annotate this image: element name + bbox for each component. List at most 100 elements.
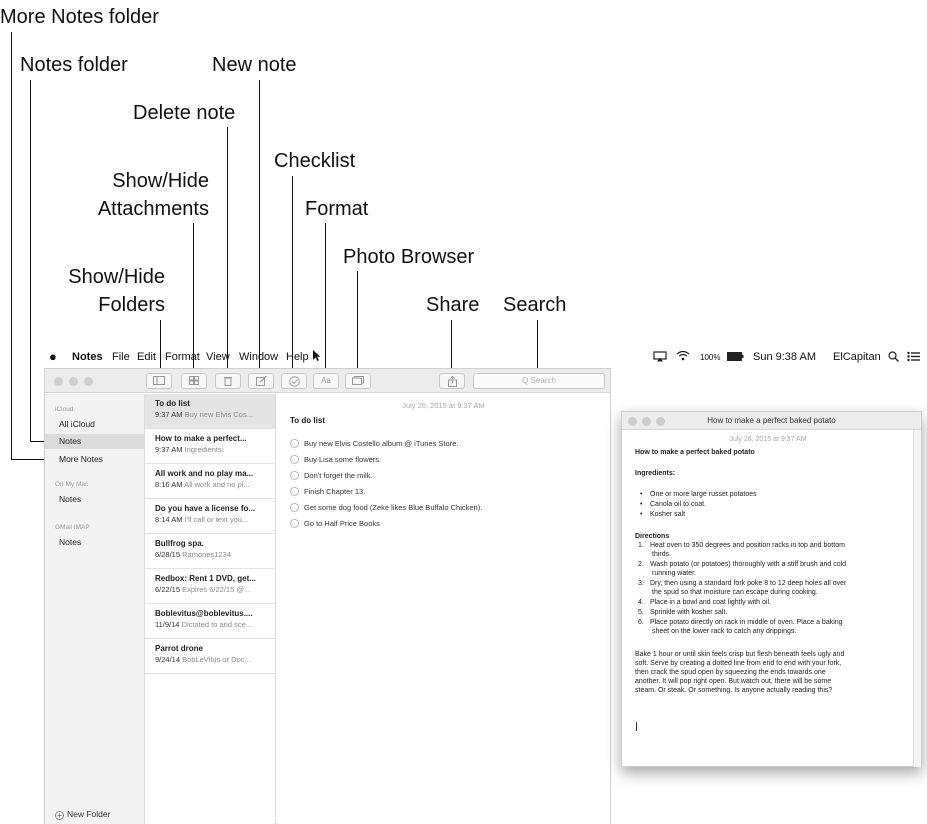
checklist-item-text: Go to Half Price Books (304, 519, 380, 528)
note-list-item[interactable]: How to make a perfect... 9:37 AM Ingredi… (145, 429, 275, 464)
photo-browser-icon (352, 376, 364, 385)
note-list-item[interactable]: To do list 9:37 AM Buy new Elvis Cos... (145, 394, 275, 429)
menubar-user[interactable]: ElCapitan (833, 351, 881, 363)
mouse-pointer-icon (313, 350, 321, 361)
menubar-clock[interactable]: Sun 9:38 AM (753, 351, 816, 363)
checklist-item[interactable]: Go to Half Price Books (290, 519, 380, 528)
note-preview: Ramones1234 (182, 550, 231, 559)
sidebar-item-notes[interactable]: Notes (45, 434, 144, 449)
note-list-item[interactable]: Boblevitus@boblevitus.... 11/9/14 Dictat… (145, 604, 275, 639)
note-time: 6/22/15 (155, 585, 181, 594)
menu-format[interactable]: Format (165, 351, 200, 363)
share-icon (447, 376, 457, 387)
note-time: 11/9/14 (155, 620, 180, 629)
direction-step: 4. Place in a bowl and coat lightly with… (638, 599, 771, 606)
checklist-item[interactable]: Get some dog food (Zeke likes Blue Buffa… (290, 503, 482, 512)
direction-step-cont: thirds. (652, 551, 672, 558)
search-field[interactable]: Q Search (473, 373, 605, 389)
menu-file[interactable]: File (112, 351, 130, 363)
close-window-icon[interactable] (54, 377, 63, 386)
zoom-window-icon[interactable] (84, 377, 93, 386)
note-window-date: July 26, 2015 at 9:37 AM (729, 436, 807, 443)
leader-more-notes-v (11, 32, 12, 460)
ingredients-label: Ingredients: (635, 470, 676, 477)
menu-view[interactable]: View (206, 351, 230, 363)
new-folder-label: New Folder (67, 809, 111, 819)
leader-new-note (259, 80, 260, 374)
leader-notes-h (30, 441, 44, 442)
note-list-item[interactable]: Redbox: Rent 1 DVD, get... 6/22/15 Expir… (145, 569, 275, 604)
menu-help[interactable]: Help (286, 351, 309, 363)
note-editor[interactable]: July 26, 2015 at 9:37 AM To do list Buy … (277, 394, 610, 824)
battery-icon[interactable] (727, 352, 744, 361)
note-list-item[interactable]: All work and no play ma... 8:16 AM All w… (145, 464, 275, 499)
share-button[interactable] (439, 373, 465, 389)
sidebar-item-gmail-notes[interactable]: Notes (45, 535, 144, 550)
callout-show-hide-attachments-1: Show/Hide (112, 170, 209, 192)
note-preview: Dictated to and sce... (181, 620, 253, 629)
callout-search: Search (503, 294, 567, 316)
note-window-scrollbar[interactable] (913, 430, 921, 767)
checklist-item[interactable]: Finish Chapter 13. (290, 487, 365, 496)
checkbox-circle-icon[interactable] (290, 487, 299, 496)
note-preview: Buy new Elvis Cos... (184, 410, 253, 419)
callout-format: Format (305, 198, 369, 220)
new-note-button[interactable] (248, 373, 274, 389)
sidebar-item-mac-notes[interactable]: Notes (45, 492, 144, 507)
apple-menu-icon[interactable]: ● (49, 349, 57, 364)
checkbox-circle-icon[interactable] (290, 503, 299, 512)
note-date: July 26, 2015 at 9:37 AM (402, 401, 485, 410)
folders-sidebar: iCloud All iCloud Notes More Notes On My… (45, 394, 145, 824)
minimize-window-icon[interactable] (69, 377, 78, 386)
menu-edit[interactable]: Edit (137, 351, 156, 363)
compose-icon (255, 376, 267, 386)
checklist-item[interactable]: Don't forget the milk. (290, 471, 373, 480)
note-title: To do list (155, 399, 190, 408)
format-button[interactable]: Aa (313, 373, 339, 389)
leader-delete-note (227, 127, 228, 374)
sidebar-item-all-icloud[interactable]: All iCloud (45, 417, 144, 432)
sidebar-header-icloud: iCloud (55, 406, 74, 413)
note-window-title: How to make a perfect baked potato (707, 416, 836, 425)
note-preview: BobLeVitus or Doc... (182, 655, 251, 664)
menu-app-notes[interactable]: Notes (72, 351, 103, 363)
checkbox-circle-icon[interactable] (290, 519, 299, 528)
note-list-item[interactable]: Do you have a license fo... 8:14 AM I'll… (145, 499, 275, 534)
sidebar-item-more-notes[interactable]: More Notes (45, 452, 144, 467)
ingredient-item: • One or more large russet potatoes (640, 491, 757, 498)
new-folder-button[interactable]: + New Folder (55, 809, 110, 820)
note-list-item[interactable]: Parrot drone 9/24/14 BobLeVitus or Doc..… (145, 639, 275, 674)
notification-center-icon[interactable] (907, 351, 920, 362)
menu-window[interactable]: Window (239, 351, 278, 363)
delete-note-button[interactable] (215, 373, 241, 389)
sidebar-header-on-my-mac: On My Mac (55, 481, 89, 488)
show-hide-folders-button[interactable] (146, 373, 172, 389)
note-title: Boblevitus@boblevitus.... (155, 609, 253, 618)
battery-percent: 100% (700, 353, 721, 362)
checkbox-circle-icon[interactable] (290, 471, 299, 480)
checklist-item[interactable]: Buy Lisa some flowers. (290, 455, 381, 464)
checkbox-circle-icon[interactable] (290, 439, 299, 448)
checklist-item[interactable]: Buy new Elvis Costello album @ iTunes St… (290, 439, 458, 448)
checkbox-circle-icon[interactable] (290, 455, 299, 464)
checklist-item-text: Buy Lisa some flowers. (304, 455, 382, 464)
checklist-icon (288, 376, 300, 387)
spotlight-search-icon[interactable] (888, 351, 899, 362)
checklist-button[interactable] (281, 373, 307, 389)
callout-more-notes-folder: More Notes folder (0, 6, 159, 28)
plus-icon: + (55, 811, 64, 820)
note-title: Parrot drone (155, 644, 204, 653)
callout-share: Share (426, 294, 480, 316)
note-title: How to make a perfect... (155, 434, 247, 443)
wifi-icon[interactable] (676, 350, 690, 361)
note-window-baked-potato: How to make a perfect baked potato July … (621, 411, 922, 767)
callout-show-hide-folders-2: Folders (98, 294, 165, 316)
note-title: Bullfrog spa. (155, 539, 204, 548)
note-title: All work and no play ma... (155, 469, 254, 478)
direction-step: 1. Heat oven to 350 degrees and position… (638, 542, 845, 549)
note-list-item[interactable]: Bullfrog spa. 6/28/15 Ramones1234 (145, 534, 275, 569)
photo-browser-button[interactable] (345, 373, 371, 389)
show-hide-attachments-button[interactable] (181, 373, 207, 389)
direction-step: 2. Wash potato (or potatoes) thoroughly … (638, 561, 847, 568)
airplay-icon[interactable] (653, 351, 667, 362)
